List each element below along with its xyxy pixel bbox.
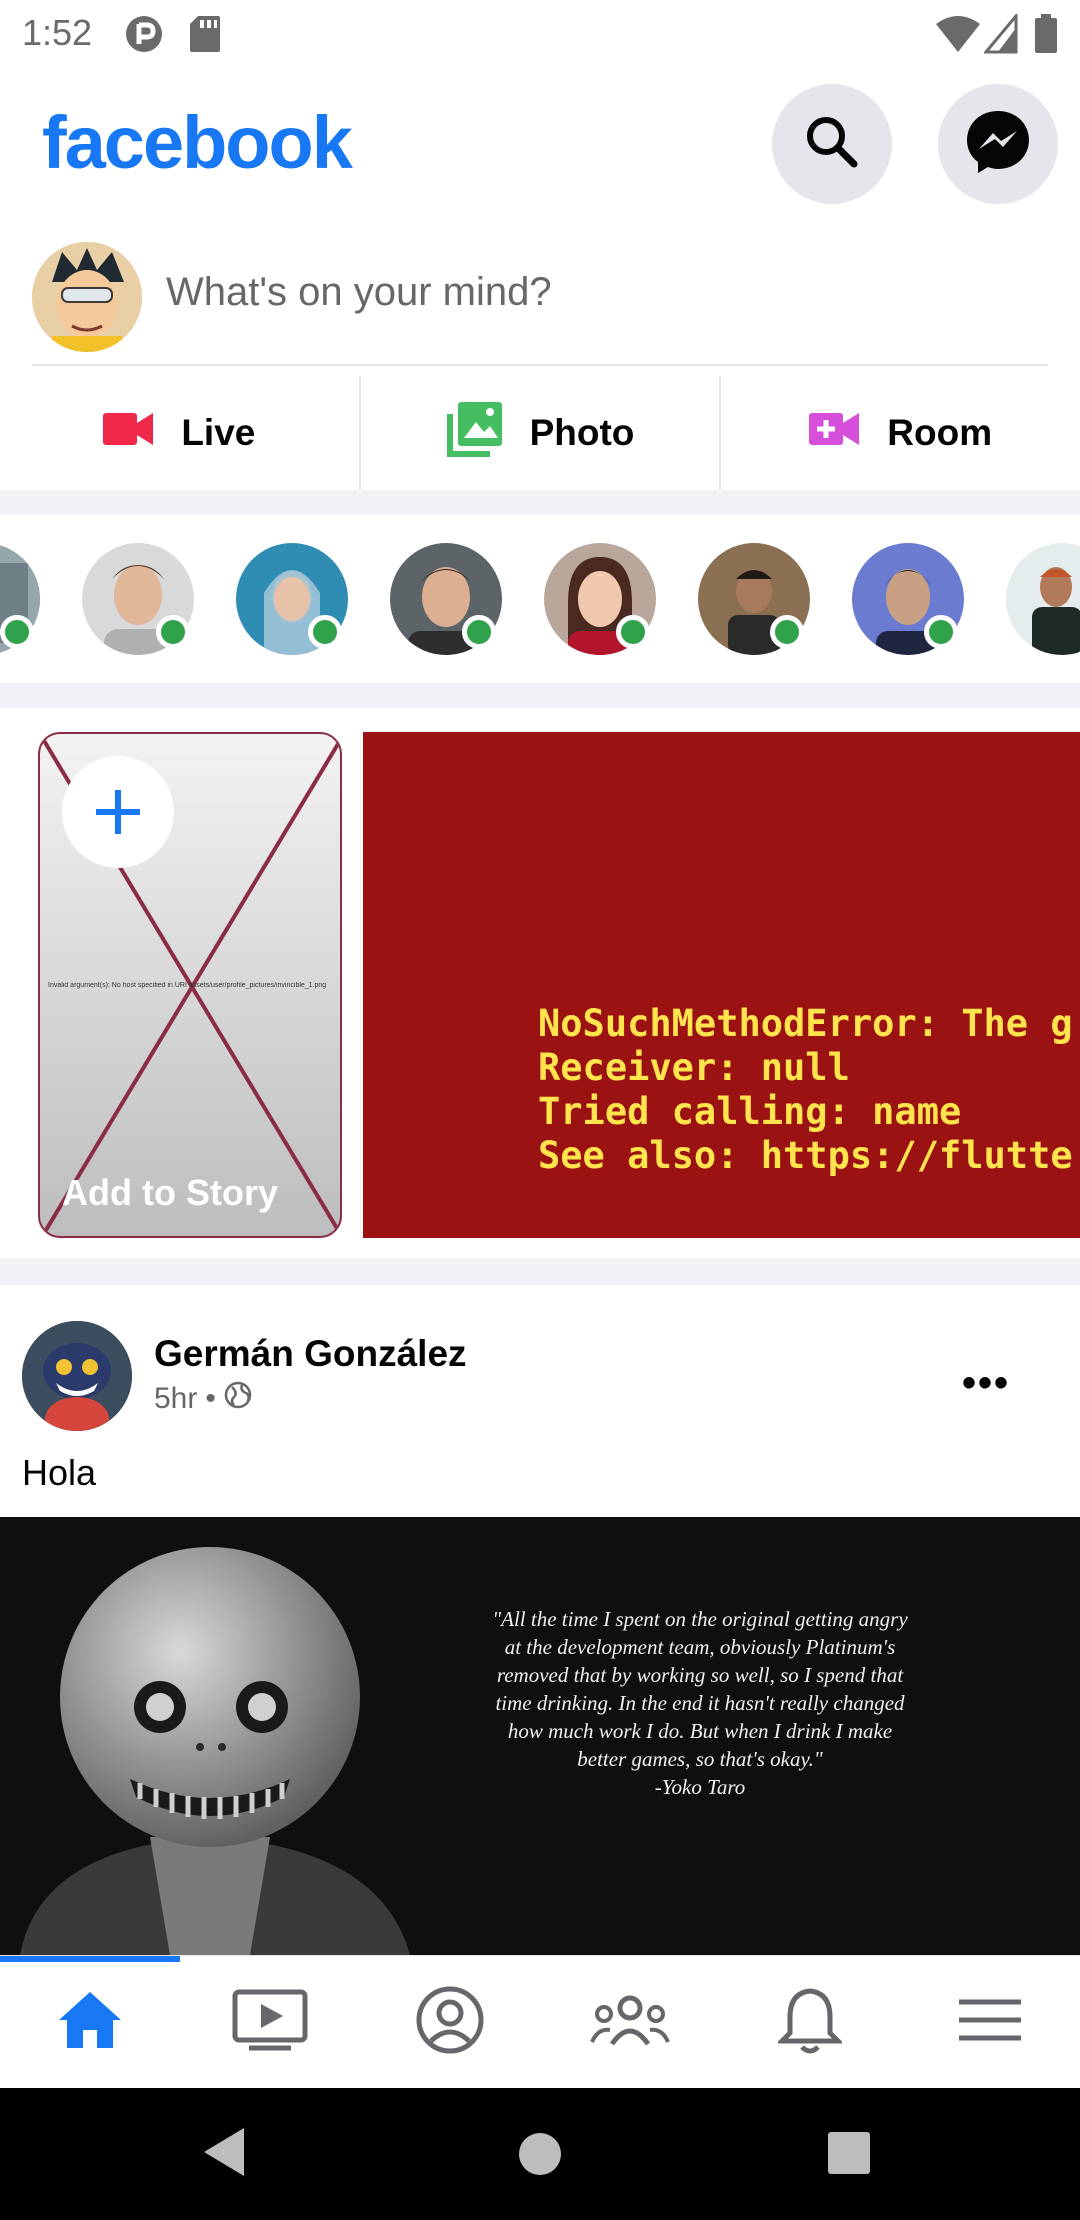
wifi-icon (934, 14, 982, 59)
live-video-icon (103, 411, 155, 456)
tab-groups[interactable] (540, 1956, 720, 2088)
error-line: See also: https://flutte (538, 1134, 1073, 1177)
room-button[interactable]: Room (721, 376, 1080, 490)
tab-menu[interactable] (900, 1956, 1080, 2088)
post-header: Germán González 5hr • ••• (0, 1285, 1080, 1431)
status-time: 1:52 (22, 12, 93, 53)
online-status-dot (616, 615, 650, 649)
back-icon[interactable] (200, 2124, 248, 2185)
error-line: Tried calling: name (538, 1090, 962, 1133)
bell-icon (775, 1985, 845, 2060)
live-label: Live (181, 412, 256, 453)
live-button[interactable]: Live (0, 376, 359, 490)
post-time: 5hr (154, 1382, 198, 1415)
battery-icon (1034, 14, 1058, 59)
post-author-name[interactable]: Germán González (154, 1333, 467, 1375)
system-navigation-bar (0, 2088, 1080, 2220)
bottom-navigation (0, 1955, 1080, 2088)
app-header: facebook (0, 66, 1080, 220)
post-text: Hola (22, 1452, 97, 1493)
post-more-options-button[interactable]: ••• (962, 1361, 1010, 1406)
search-button[interactable] (772, 84, 892, 204)
quote-line: at the development team, obviously Plati… (504, 1635, 896, 1659)
error-line: NoSuchMethodError: The g (538, 1002, 1073, 1045)
globe-icon (224, 1381, 252, 1417)
quote-line: "All the time I spent on the original ge… (492, 1607, 908, 1631)
post-image[interactable]: "All the time I spent on the original ge… (0, 1517, 1080, 1955)
tab-profile[interactable] (360, 1956, 540, 2088)
online-contacts-row (0, 515, 1080, 683)
home-icon (55, 1988, 125, 2057)
sd-card-icon (188, 14, 222, 59)
groups-icon (588, 1992, 672, 2053)
room-video-plus-icon (809, 411, 861, 456)
messenger-icon (963, 107, 1033, 182)
emil-illustration (0, 1517, 440, 1955)
photo-label: Photo (529, 412, 635, 453)
quote-attribution: -Yoko Taro (654, 1775, 746, 1799)
recents-icon[interactable] (826, 2130, 872, 2181)
search-icon (802, 112, 862, 177)
quote-line: better games, so that's okay." (577, 1747, 823, 1771)
facebook-logo: facebook (42, 101, 353, 184)
section-divider (0, 1258, 1080, 1285)
room-label: Room (887, 412, 993, 453)
composer-actions: Live Photo Room (0, 376, 1080, 490)
online-status-dot (308, 615, 342, 649)
menu-icon (957, 1996, 1023, 2049)
online-status-dot (924, 615, 958, 649)
post-author-avatar[interactable] (22, 1321, 132, 1431)
tab-watch[interactable] (180, 1956, 360, 2088)
composer-placeholder[interactable]: What's on your mind? (166, 270, 552, 315)
section-divider (0, 683, 1080, 708)
post-meta: 5hr • (154, 1381, 252, 1417)
quote-line: removed that by working so well, so I sp… (496, 1663, 904, 1687)
status-bar: 1:52 (0, 0, 1080, 66)
quote-line: how much work I do. But when I drink I m… (507, 1719, 893, 1743)
photo-button[interactable]: Photo (361, 376, 720, 490)
stories-section: Invalid argument(s): No host specified i… (0, 708, 1080, 1258)
online-status-dot (0, 615, 34, 649)
tab-home[interactable] (0, 1956, 180, 2088)
profile-icon (415, 1985, 485, 2060)
broken-image-message: Invalid argument(s): No host specified i… (48, 982, 327, 989)
online-contact-avatar[interactable] (1006, 543, 1080, 655)
error-widget: NoSuchMethodError: The g Receiver: null … (363, 732, 1080, 1238)
user-avatar[interactable] (32, 242, 142, 352)
messenger-button[interactable] (938, 84, 1058, 204)
add-story-plus-icon[interactable] (62, 756, 174, 868)
add-to-story-card[interactable]: Invalid argument(s): No host specified i… (38, 732, 342, 1238)
home-circle-icon[interactable] (516, 2130, 564, 2183)
online-status-dot (770, 615, 804, 649)
watch-icon (231, 1988, 309, 2057)
tab-notifications[interactable] (720, 1956, 900, 2088)
app-notification-icon (124, 14, 164, 59)
online-status-dot (462, 615, 496, 649)
composer-divider (32, 364, 1048, 366)
quote-line: time drinking. In the end it hasn't real… (495, 1691, 905, 1715)
photo-icon (446, 400, 504, 467)
error-line: Receiver: null (538, 1046, 850, 1089)
meta-separator: • (205, 1382, 216, 1415)
section-divider (0, 490, 1080, 515)
add-to-story-label: Add to Story (62, 1172, 278, 1213)
cell-signal-icon (982, 11, 1018, 59)
online-status-dot (156, 615, 190, 649)
post-composer[interactable]: What's on your mind? (0, 230, 1080, 368)
